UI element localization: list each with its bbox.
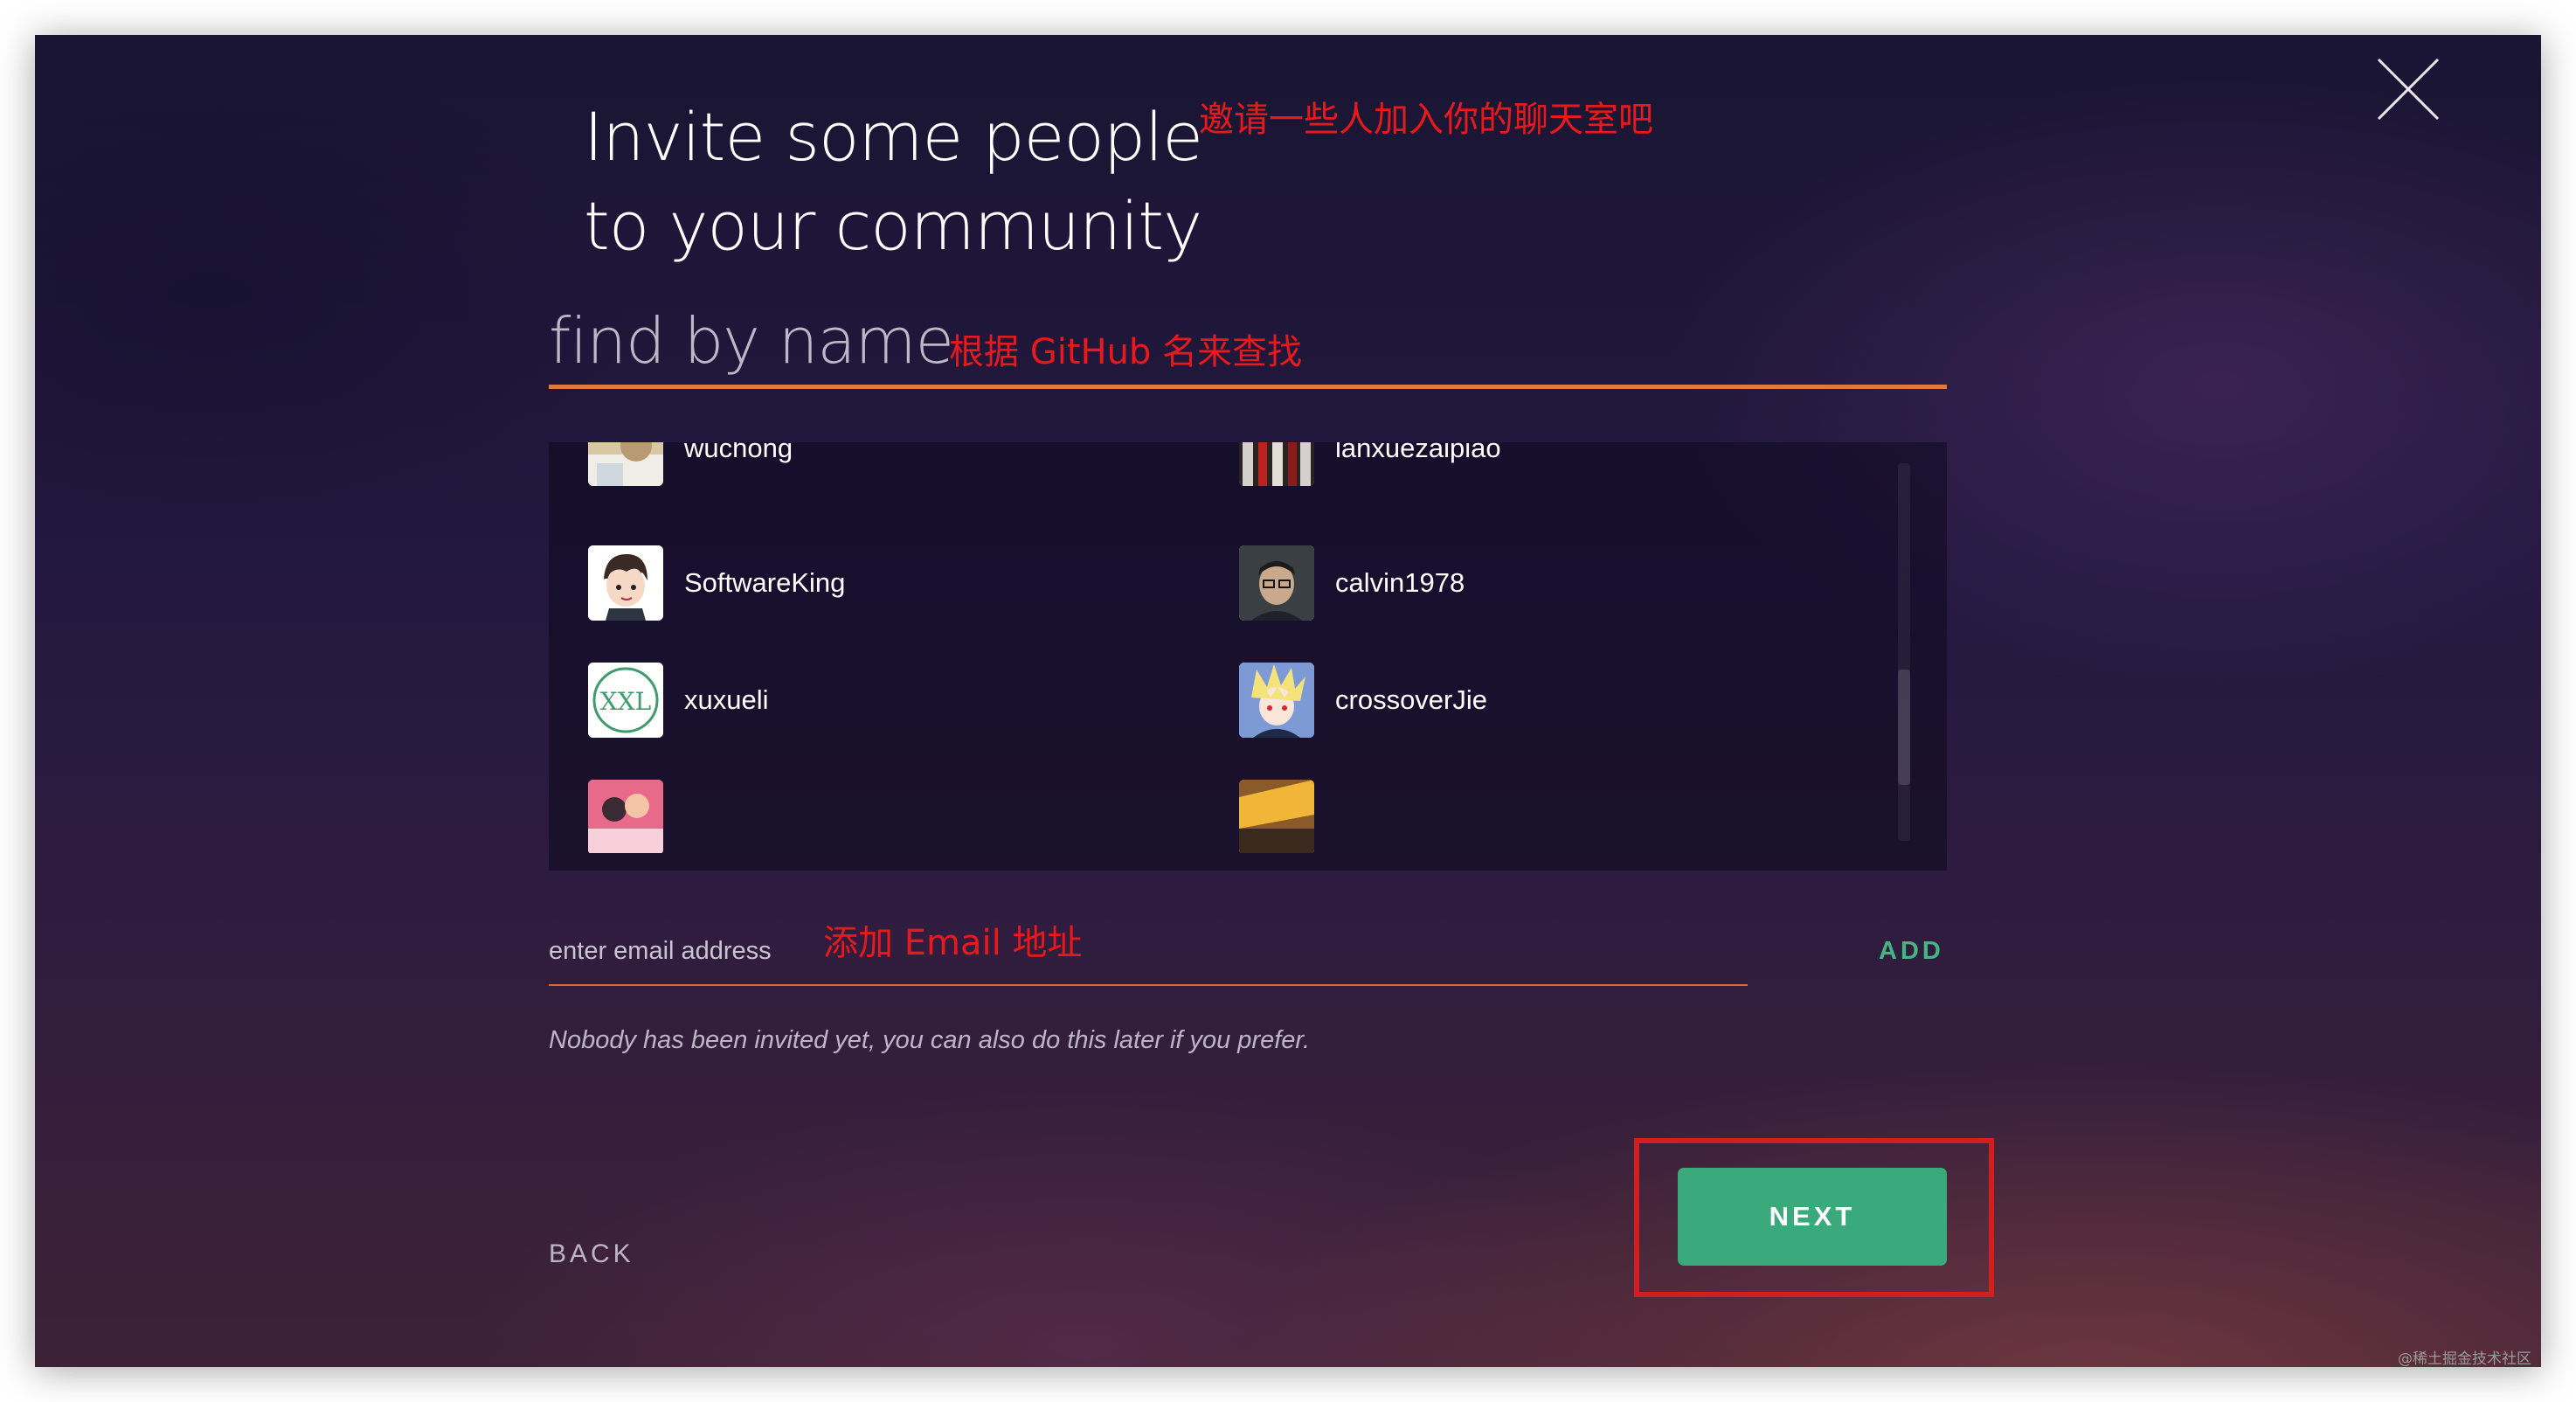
people-list[interactable]: wuchong lanxuezaipiao SoftwareKing calvi… xyxy=(549,442,1894,853)
person-item[interactable] xyxy=(1239,780,1851,853)
back-button[interactable]: BACK xyxy=(549,1239,634,1269)
email-annotation: 添加 Email 地址 xyxy=(823,923,1083,963)
search-annotation: 根据 GitHub 名来查找 xyxy=(949,332,1303,372)
person-item[interactable]: crossoverJie xyxy=(1239,663,1851,738)
people-list-scrollbar[interactable] xyxy=(1898,463,1910,841)
scrollbar-thumb[interactable] xyxy=(1898,670,1910,785)
person-name: xuxueli xyxy=(684,684,769,715)
person-name: SoftwareKing xyxy=(684,567,846,598)
person-item[interactable]: calvin1978 xyxy=(1239,545,1851,621)
person-item[interactable]: XXL xuxueli xyxy=(588,663,1200,738)
person-name: crossoverJie xyxy=(1335,684,1487,715)
person-name: lanxuezaipiao xyxy=(1335,442,1501,463)
person-item[interactable]: wuchong xyxy=(588,442,1200,486)
next-button[interactable]: NEXT xyxy=(1678,1168,1947,1266)
photo-avatar xyxy=(588,442,663,486)
photo-avatar xyxy=(588,780,663,853)
search-underline xyxy=(549,385,1947,389)
close-icon xyxy=(2377,58,2440,121)
cartoon-boy-avatar xyxy=(588,545,663,621)
page-title: Invite some people to your community xyxy=(584,93,1203,271)
photo-avatar xyxy=(1239,442,1314,486)
people-list-panel: wuchong lanxuezaipiao SoftwareKing calvi… xyxy=(549,442,1947,871)
anime-avatar xyxy=(1239,663,1314,738)
page-title-line-1: Invite some people xyxy=(584,98,1203,176)
page-title-line-2: to your community xyxy=(584,187,1202,265)
xxl-logo-text: XXL xyxy=(600,687,651,716)
person-item[interactable]: lanxuezaipiao xyxy=(1239,442,1851,486)
title-annotation: 邀请一些人加入你的聊天室吧 xyxy=(1199,100,1653,140)
xxl-logo-avatar: XXL xyxy=(588,663,663,738)
watermark: @稀土掘金技术社区 xyxy=(2398,1350,2531,1368)
email-underline xyxy=(549,984,1748,986)
photo-avatar xyxy=(1239,545,1314,621)
person-item[interactable] xyxy=(588,780,1200,853)
invite-status-hint: Nobody has been invited yet, you can als… xyxy=(549,1026,1311,1054)
person-item[interactable]: SoftwareKing xyxy=(588,545,1200,621)
close-button[interactable] xyxy=(2375,56,2441,122)
person-name: calvin1978 xyxy=(1335,567,1465,598)
person-name: wuchong xyxy=(684,442,793,463)
add-email-button[interactable]: ADD xyxy=(1879,937,1944,966)
photo-avatar xyxy=(1239,780,1314,853)
